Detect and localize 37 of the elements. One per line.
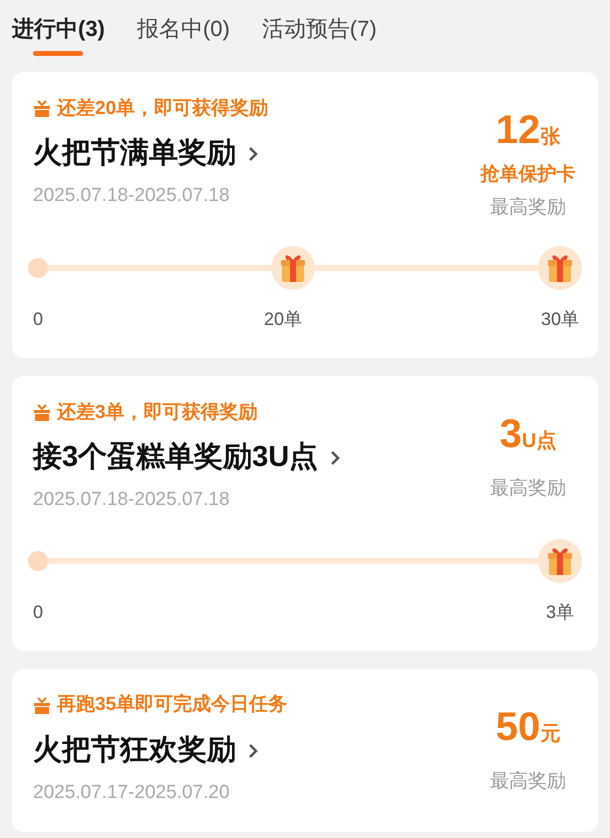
progress-hint: 还差3单，即可获得奖励 [57, 400, 258, 425]
activity-title-link[interactable]: 接3个蛋糕单奖励3U点 [33, 438, 340, 478]
activity-title-link[interactable]: 火把节满单奖励 [33, 134, 268, 174]
activity-card[interactable]: 还差3单，即可获得奖励 接3个蛋糕单奖励3U点 2025.07.18-2025.07.18 3U点 最高奖励 0 3单 [12, 376, 598, 650]
date-range: 2025.07.17-2025.07.20 [33, 780, 231, 804]
progress-label: 0 [32, 600, 44, 624]
reward-caption: 最高奖励 [490, 477, 566, 501]
reward-caption: 最高奖励 [490, 196, 566, 220]
gift-icon [33, 404, 51, 422]
activity-title-link[interactable]: 火把节狂欢奖励 [33, 730, 288, 770]
gift-icon [33, 100, 51, 118]
progress-hint: 还差20单，即可获得奖励 [57, 96, 268, 121]
reward-item: 抢单保护卡 [480, 162, 576, 187]
progress-label: 3单 [544, 600, 575, 624]
tab[interactable]: 报名中(0) [136, 6, 230, 50]
progress-hint: 再跑35单即可完成今日任务 [57, 692, 288, 718]
reward-amount: 3U点 [500, 412, 556, 458]
chevron-right-icon [248, 742, 258, 758]
progress-label: 30单 [540, 308, 580, 331]
tab[interactable]: 进行中(3) [12, 6, 105, 50]
gift-icon [538, 538, 582, 582]
gift-icon [271, 246, 315, 290]
tab-underline [33, 51, 84, 56]
date-range: 2025.07.18-2025.07.18 [33, 184, 231, 208]
progress-label: 0 [32, 308, 44, 331]
reward-caption: 最高奖励 [490, 770, 566, 794]
activity-card[interactable]: 还差20单，即可获得奖励 火把节满单奖励 2025.07.18-2025.07.18 12张 抢单保护卡 最高奖励 0 20单 30单 [12, 72, 598, 358]
date-range: 2025.07.18-2025.07.18 [33, 488, 231, 512]
activity-card[interactable]: 再跑35单即可完成今日任务 火把节狂欢奖励 2025.07.17-2025.07.20 50元 最高奖励 [12, 668, 598, 832]
gift-icon [538, 246, 582, 290]
progress-label: 20单 [262, 308, 304, 331]
chevron-right-icon [248, 146, 258, 162]
reward-amount: 12张 [496, 108, 560, 154]
tab[interactable]: 活动预告(7) [262, 6, 377, 50]
reward-amount: 50元 [496, 704, 560, 750]
gift-icon [33, 696, 51, 714]
chevron-right-icon [330, 450, 340, 466]
